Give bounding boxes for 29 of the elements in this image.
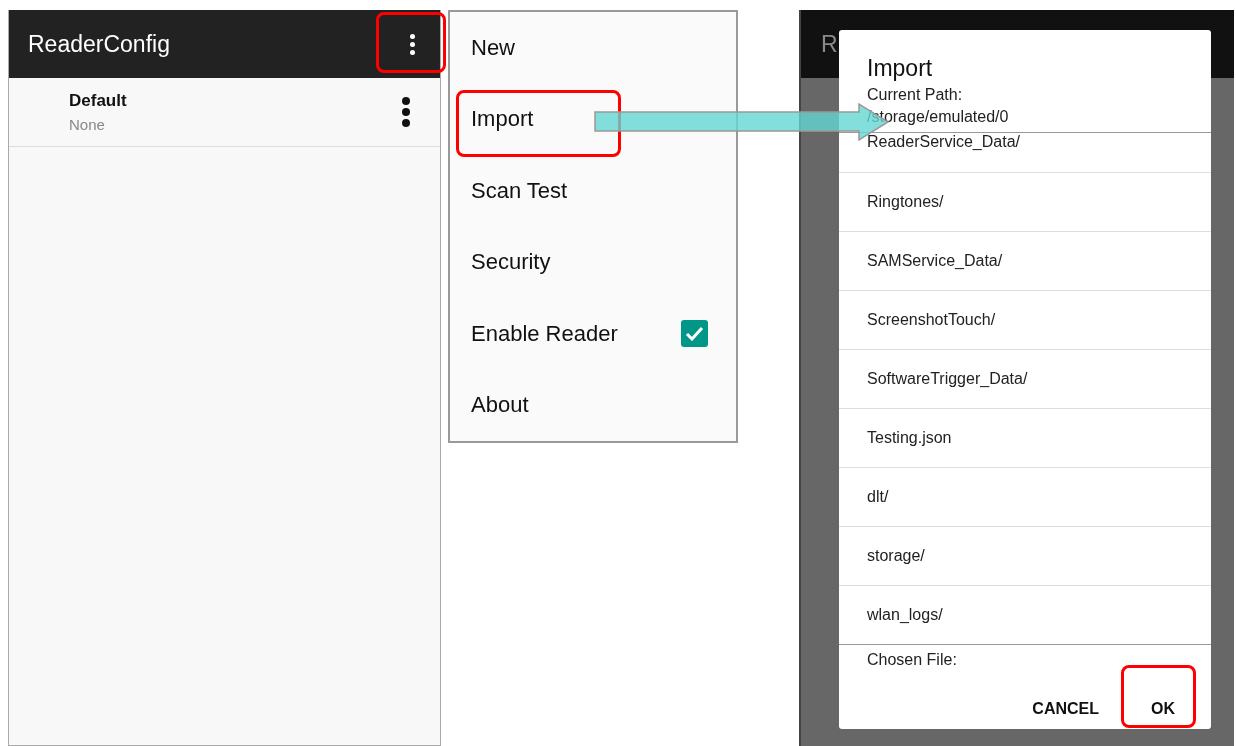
- menu-item[interactable]: About: [471, 392, 529, 419]
- menu-item[interactable]: Scan Test: [471, 177, 568, 204]
- overflow-menu-icon[interactable]: [410, 33, 415, 55]
- checkbox[interactable]: [681, 320, 708, 348]
- file-entry[interactable]: SoftwareTrigger_Data/: [839, 350, 1211, 409]
- menu-item[interactable]: Import: [471, 106, 534, 133]
- menu-item[interactable]: New: [471, 34, 515, 61]
- dialog-button[interactable]: CANCEL: [1016, 690, 1115, 728]
- menu-item[interactable]: Enable Reader: [471, 320, 618, 347]
- chosen-file-label: Chosen File:: [866, 650, 958, 669]
- app-title: ReaderConfig: [28, 30, 170, 58]
- menu-item[interactable]: Security: [471, 249, 551, 276]
- file-entry[interactable]: ScreenshotTouch/: [839, 291, 1211, 350]
- file-entry[interactable]: SAMService_Data/: [839, 232, 1211, 291]
- background-title: R: [821, 30, 838, 58]
- path-label: Current Path:: [866, 86, 964, 104]
- profile-row[interactable]: Default None: [9, 78, 440, 147]
- file-entry[interactable]: Ringtones/: [839, 173, 1211, 232]
- dialog-title: Import: [866, 54, 934, 82]
- file-entry[interactable]: dlt/: [839, 468, 1211, 527]
- dialog-button[interactable]: OK: [1135, 690, 1191, 728]
- file-entry[interactable]: wlan_logs/: [839, 586, 1211, 645]
- file-entry[interactable]: storage/: [839, 527, 1211, 586]
- highlight-frame: [376, 12, 446, 73]
- more-options-icon[interactable]: [402, 97, 410, 127]
- checkmark-icon: [685, 326, 704, 342]
- file-entry[interactable]: Testing.json: [839, 409, 1211, 468]
- profile-name: Default: [69, 91, 127, 111]
- profile-value: None: [69, 116, 106, 133]
